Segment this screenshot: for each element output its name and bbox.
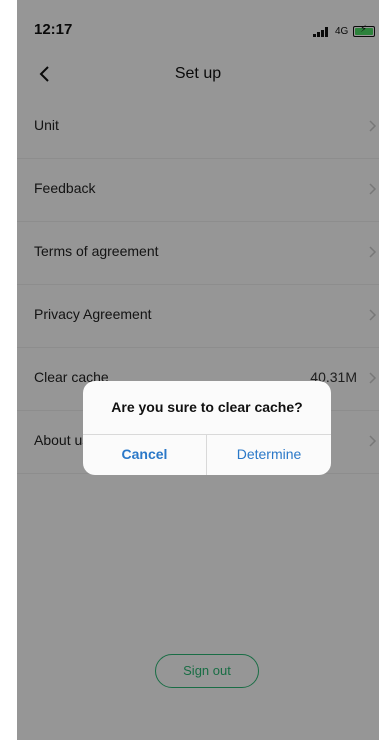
dialog-message: Are you sure to clear cache? (111, 399, 303, 415)
phone-screen: 12:17 4G ⚡ Set up Unit Feedback Terms of… (17, 0, 379, 740)
cancel-button[interactable]: Cancel (83, 434, 206, 475)
determine-button[interactable]: Determine (207, 434, 331, 475)
clear-cache-dialog: Are you sure to clear cache? Cancel Dete… (83, 381, 331, 475)
modal-overlay[interactable] (17, 0, 379, 740)
